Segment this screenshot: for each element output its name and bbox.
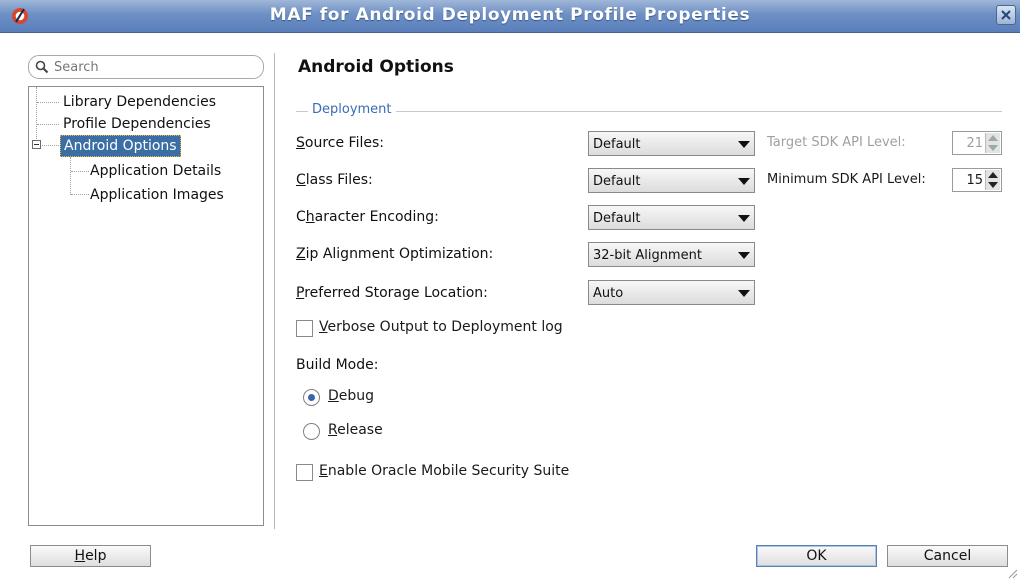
tree-connector — [36, 87, 37, 147]
nav-item-application-images[interactable]: Application Images — [90, 185, 224, 205]
arrow-up-icon — [988, 135, 998, 141]
dialog-window: MAF for Android Deployment Profile Prope… — [0, 0, 1020, 581]
security-suite-label[interactable]: Enable Oracle Mobile Security Suite — [319, 463, 569, 479]
search-input[interactable] — [54, 59, 254, 75]
zip-alignment-label: Zip Alignment Optimization: — [296, 246, 494, 262]
storage-location-value: Auto — [593, 286, 624, 301]
tree-connector — [71, 171, 89, 172]
minimum-sdk-spinner[interactable]: 15 — [952, 168, 1002, 192]
close-icon — [1001, 10, 1011, 20]
arrow-up-icon — [988, 172, 998, 178]
deployment-group-separator — [296, 111, 1002, 112]
security-suite-checkbox[interactable] — [296, 464, 313, 481]
nav-item-application-details[interactable]: Application Details — [90, 161, 221, 181]
zip-alignment-dropdown[interactable]: 32-bit Alignment — [588, 242, 755, 267]
source-files-label: Source Files: — [296, 135, 384, 151]
target-sdk-spinner[interactable]: 21 — [952, 131, 1002, 155]
zip-alignment-value: 32-bit Alignment — [593, 248, 702, 263]
class-files-dropdown[interactable]: Default — [588, 168, 755, 193]
ok-button[interactable]: OK — [756, 545, 877, 567]
target-sdk-stepper[interactable] — [985, 133, 1000, 153]
cancel-button[interactable]: Cancel — [887, 545, 1008, 567]
panel-divider[interactable] — [274, 53, 275, 529]
debug-label[interactable]: Debug — [328, 388, 374, 404]
collapse-toggle-icon[interactable] — [32, 140, 41, 149]
source-files-value: Default — [593, 137, 641, 152]
debug-radio[interactable] — [303, 389, 320, 406]
tree-connector — [37, 124, 59, 125]
chevron-down-icon — [738, 141, 750, 148]
source-files-dropdown[interactable]: Default — [588, 131, 755, 156]
help-button[interactable]: Help — [30, 545, 151, 567]
nav-item-profile-dependencies[interactable]: Profile Dependencies — [63, 114, 211, 134]
release-radio[interactable] — [303, 423, 320, 440]
deployment-group-title: Deployment — [308, 102, 396, 117]
arrow-down-icon — [988, 145, 998, 151]
character-encoding-label: Character Encoding: — [296, 209, 439, 225]
class-files-value: Default — [593, 174, 641, 189]
chevron-down-icon — [738, 178, 750, 185]
section-title: Android Options — [298, 57, 454, 77]
target-sdk-value: 21 — [966, 136, 983, 151]
build-mode-label: Build Mode: — [296, 357, 379, 373]
storage-location-dropdown[interactable]: Auto — [588, 280, 755, 305]
tree-connector — [70, 157, 71, 195]
class-files-label: Class Files: — [296, 172, 373, 188]
tree-connector — [37, 102, 59, 103]
storage-location-label: Preferred Storage Location: — [296, 285, 488, 301]
release-label[interactable]: Release — [328, 422, 383, 438]
window-title: MAF for Android Deployment Profile Prope… — [269, 5, 751, 25]
minimum-sdk-value: 15 — [966, 173, 983, 188]
close-button[interactable] — [996, 5, 1016, 25]
minimum-sdk-stepper[interactable] — [985, 170, 1000, 190]
verbose-output-label[interactable]: Verbose Output to Deployment log — [319, 319, 563, 335]
target-sdk-label: Target SDK API Level: — [767, 135, 906, 150]
chevron-down-icon — [738, 290, 750, 297]
character-encoding-value: Default — [593, 211, 641, 226]
title-bar[interactable]: MAF for Android Deployment Profile Prope… — [0, 0, 1020, 33]
nav-item-library-dependencies[interactable]: Library Dependencies — [63, 92, 216, 112]
verbose-output-checkbox[interactable] — [296, 320, 313, 337]
character-encoding-dropdown[interactable]: Default — [588, 205, 755, 230]
search-box[interactable] — [28, 55, 264, 79]
navigation-tree[interactable]: Library Dependencies Profile Dependencie… — [28, 86, 264, 526]
tree-connector — [42, 145, 59, 146]
minimum-sdk-label: Minimum SDK API Level: — [767, 172, 926, 187]
nav-item-android-options[interactable]: Android Options — [60, 135, 181, 157]
arrow-down-icon — [988, 182, 998, 188]
tree-connector — [71, 194, 89, 195]
chevron-down-icon — [738, 252, 750, 259]
chevron-down-icon — [738, 215, 750, 222]
search-icon — [35, 60, 49, 74]
resize-grip-icon[interactable] — [1008, 569, 1018, 579]
